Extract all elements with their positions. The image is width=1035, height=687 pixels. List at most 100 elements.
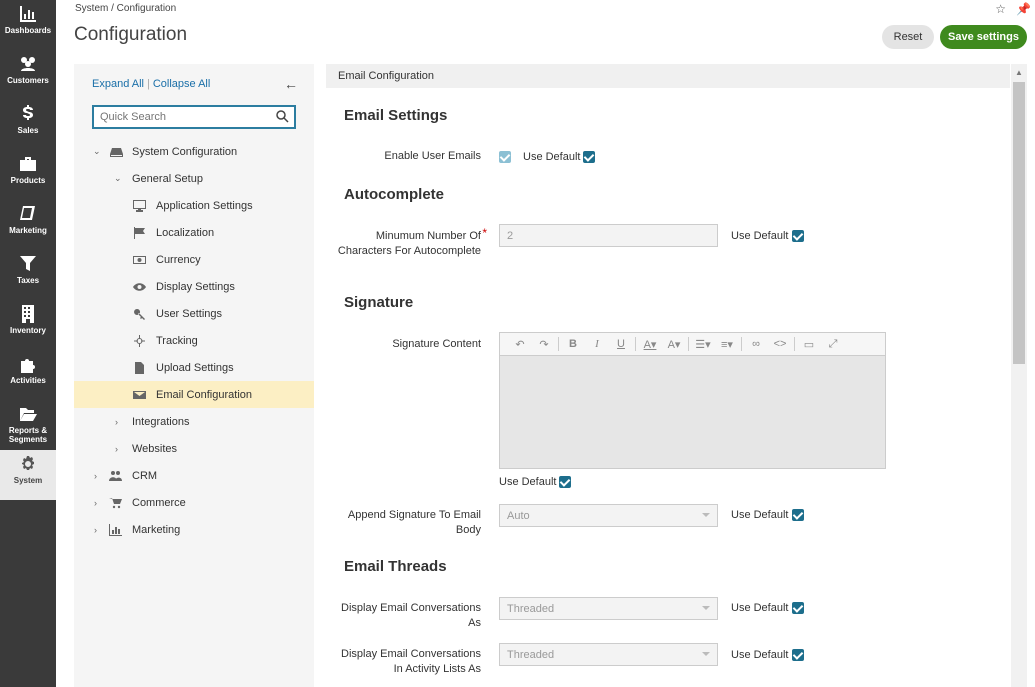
main-nav: Dashboards Customers Sales Products Mark… xyxy=(0,0,56,687)
use-default-checkbox[interactable] xyxy=(792,509,804,521)
use-default-checkbox[interactable] xyxy=(792,602,804,614)
users-icon xyxy=(109,470,123,482)
append-signature-select[interactable]: Auto xyxy=(499,504,718,527)
use-default-checkbox[interactable] xyxy=(559,476,571,488)
activity-lists-select[interactable]: Threaded xyxy=(499,643,718,666)
scrollbar[interactable]: ▲ xyxy=(1011,64,1027,687)
underline-icon[interactable]: U xyxy=(609,335,633,353)
redo-icon[interactable]: ↷ xyxy=(532,335,556,353)
tree-item-commerce[interactable]: › Commerce xyxy=(74,489,314,516)
use-default-label: Use Default xyxy=(731,230,789,242)
bullet-list-icon[interactable]: ☰▾ xyxy=(691,335,715,353)
breadcrumb: System / Configuration xyxy=(75,3,177,14)
nav-system[interactable]: System xyxy=(0,450,56,500)
scroll-thumb[interactable] xyxy=(1013,82,1025,364)
nav-inventory[interactable]: Inventory xyxy=(0,300,56,350)
tree-item-integrations[interactable]: › Integrations xyxy=(74,408,314,435)
chevron-down-icon[interactable]: ⌄ xyxy=(93,146,101,157)
puzzle-icon xyxy=(21,359,35,373)
nav-taxes[interactable]: Taxes xyxy=(0,250,56,300)
tree-item-application-settings[interactable]: Application Settings xyxy=(74,192,314,219)
save-settings-button[interactable]: Save settings xyxy=(940,25,1027,49)
tree-item-system-configuration[interactable]: ⌄ System Configuration xyxy=(74,138,314,165)
tree-item-email-configuration[interactable]: Email Configuration xyxy=(74,381,314,408)
pin-icon[interactable]: 📌 xyxy=(1016,2,1031,16)
tree-item-label: General Setup xyxy=(132,172,203,185)
tree-item-label: Currency xyxy=(156,253,201,266)
chevron-right-icon[interactable]: › xyxy=(94,498,97,508)
expand-all-link[interactable]: Expand All xyxy=(92,78,144,90)
chevron-right-icon[interactable]: › xyxy=(94,471,97,481)
italic-icon[interactable]: I xyxy=(585,335,609,353)
display-as-select[interactable]: Threaded xyxy=(499,597,718,620)
tree-item-upload-settings[interactable]: Upload Settings xyxy=(74,354,314,381)
tree-item-label: Commerce xyxy=(132,496,186,509)
nav-label: Inventory xyxy=(9,326,46,335)
tree-item-user-settings[interactable]: User Settings xyxy=(74,300,314,327)
enable-user-emails-checkbox[interactable] xyxy=(499,151,511,163)
collapse-all-link[interactable]: Collapse All xyxy=(153,78,210,90)
use-default-checkbox[interactable] xyxy=(792,230,804,242)
key-icon xyxy=(133,308,147,320)
tree-item-label: Websites xyxy=(132,442,178,455)
chevron-right-icon[interactable]: › xyxy=(94,525,97,535)
min-chars-label-text: Minumum Number Of Characters For Autocom… xyxy=(337,230,481,257)
search-icon[interactable] xyxy=(276,110,289,123)
autocomplete-heading: Autocomplete xyxy=(344,186,445,203)
customers-icon xyxy=(21,57,35,71)
chevron-right-icon[interactable]: › xyxy=(115,417,118,427)
signature-editor[interactable]: ↶ ↷ B I U A▾ A▾ ☰▾ ≡▾ ∞ <> ▭ ⤢ xyxy=(499,332,886,469)
min-chars-input[interactable]: 2 xyxy=(499,224,718,247)
nav-reports[interactable]: Reports & Segments xyxy=(0,400,56,450)
chevron-down-icon[interactable]: ⌄ xyxy=(114,173,122,184)
nav-activities[interactable]: Activities xyxy=(0,350,56,400)
background-color-icon[interactable]: A▾ xyxy=(662,335,686,353)
nav-label: Activities xyxy=(10,376,46,385)
section-title: Email Configuration xyxy=(326,64,1010,88)
tree-item-display-settings[interactable]: Display Settings xyxy=(74,273,314,300)
cart-icon xyxy=(109,497,123,509)
star-icon[interactable]: ☆ xyxy=(995,2,1006,16)
tree-item-websites[interactable]: › Websites xyxy=(74,435,314,462)
chevron-right-icon[interactable]: › xyxy=(115,444,118,454)
tree-item-general-setup[interactable]: ⌄ General Setup xyxy=(74,165,314,192)
tree-item-marketing[interactable]: › Marketing xyxy=(74,516,314,543)
nav-dashboards[interactable]: Dashboards xyxy=(0,0,56,50)
quick-search-input[interactable] xyxy=(94,107,264,127)
use-default-label: Use Default xyxy=(731,602,789,614)
tree-item-label: Application Settings xyxy=(156,199,253,212)
envelope-icon xyxy=(133,389,147,401)
tree-item-currency[interactable]: Currency xyxy=(74,246,314,273)
image-icon[interactable]: ▭ xyxy=(797,335,821,353)
reset-button[interactable]: Reset xyxy=(882,25,934,49)
tree-item-localization[interactable]: Localization xyxy=(74,219,314,246)
scroll-up-icon[interactable]: ▲ xyxy=(1015,68,1023,77)
gear-icon xyxy=(22,456,34,470)
fullscreen-icon[interactable]: ⤢ xyxy=(821,335,845,353)
email-settings-heading: Email Settings xyxy=(344,107,448,124)
nav-sales[interactable]: Sales xyxy=(0,100,56,150)
use-default-label: Use Default xyxy=(731,509,789,521)
config-form: Email Configuration Email Settings Enabl… xyxy=(326,64,1010,687)
collapse-panel-icon[interactable]: ← xyxy=(284,76,298,92)
use-default-checkbox[interactable] xyxy=(792,649,804,661)
tree-item-label: CRM xyxy=(132,469,158,482)
append-signature-label: Append Signature To Email Body xyxy=(347,509,481,536)
bold-icon[interactable]: B xyxy=(561,335,585,353)
code-icon[interactable]: <> xyxy=(768,335,792,353)
text-color-icon[interactable]: A▾ xyxy=(638,335,662,353)
page-title: Configuration xyxy=(74,24,188,45)
nav-marketing[interactable]: Marketing xyxy=(0,200,56,250)
activity-lists-label: Display Email Conversations In Activity … xyxy=(341,648,481,675)
tree-item-tracking[interactable]: Tracking xyxy=(74,327,314,354)
display-as-label: Display Email Conversations As xyxy=(341,602,481,629)
link-icon[interactable]: ∞ xyxy=(744,335,768,353)
nav-customers[interactable]: Customers xyxy=(0,50,56,100)
nav-products[interactable]: Products xyxy=(0,150,56,200)
undo-icon[interactable]: ↶ xyxy=(508,335,532,353)
numbered-list-icon[interactable]: ≡▾ xyxy=(715,335,739,353)
use-default-checkbox[interactable] xyxy=(583,151,595,163)
flag-icon xyxy=(133,226,147,239)
tree-item-crm[interactable]: › CRM xyxy=(74,462,314,489)
nav-label: Marketing xyxy=(9,226,47,235)
